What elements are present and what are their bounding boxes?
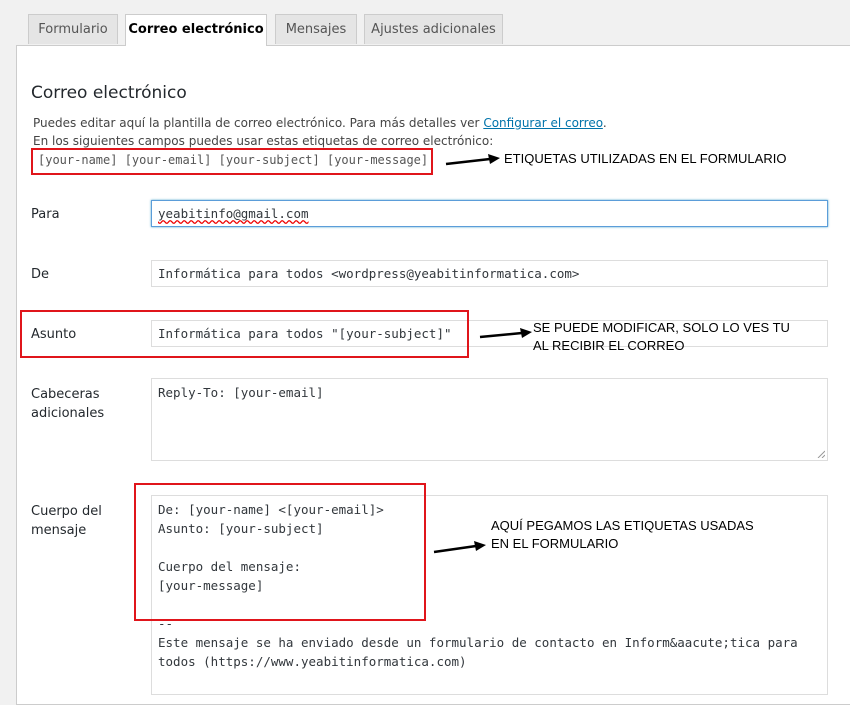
de-value: Informática para todos <wordpress@yeabit…: [158, 266, 580, 281]
cabeceras-value: Reply-To: [your-email]: [158, 385, 324, 400]
annotation-cuerpo-note: AQUÍ PEGAMOS LAS ETIQUETAS USADAS EN EL F…: [491, 518, 754, 551]
annotation-tags-note: ETIQUETAS UTILIZADAS EN EL FORMULARIO: [504, 151, 787, 166]
description-line-2: En los siguientes campos puedes usar est…: [33, 134, 494, 148]
cuerpo-line: [your-message]: [158, 578, 264, 593]
para-input[interactable]: yeabitinfo@gmail.com: [151, 200, 828, 227]
cuerpo-line: Este mensaje se ha enviado desde un form…: [158, 635, 798, 650]
resize-handle-icon[interactable]: [817, 450, 825, 458]
cabeceras-textarea[interactable]: Reply-To: [your-email]: [151, 378, 828, 461]
mail-tags: [your-name] [your-email] [your-subject] …: [38, 153, 429, 167]
cuerpo-line: [158, 595, 821, 614]
cuerpo-line: todos (https://www.yeabitinformatica.com…: [158, 654, 467, 669]
de-input[interactable]: Informática para todos <wordpress@yeabit…: [151, 260, 828, 287]
cuerpo-line: --: [158, 616, 174, 631]
annotation-asunto-note: SE PUEDE MODIFICAR, SOLO LO VES TU AL REC…: [533, 320, 790, 353]
tab-ajustes-adicionales[interactable]: Ajustes adicionales: [364, 14, 503, 44]
cuerpo-line: Cuerpo del mensaje:: [158, 559, 301, 574]
tab-correo-electronico[interactable]: Correo electrónico: [125, 14, 267, 46]
arrow-right-icon: [479, 328, 532, 339]
configurar-correo-link[interactable]: Configurar el correo: [483, 116, 603, 130]
cabeceras-label: Cabeceras adicionales: [31, 387, 105, 421]
asunto-value: Informática para todos "[your-subject]": [158, 326, 452, 341]
de-label: De: [31, 267, 50, 282]
arrow-right-icon: [433, 541, 486, 554]
para-label: Para: [31, 207, 60, 222]
para-value: yeabitinfo@gmail.com: [158, 206, 309, 221]
arrow-right-icon: [445, 154, 500, 166]
asunto-label: Asunto: [31, 327, 77, 342]
section-title: Correo electrónico: [31, 83, 187, 103]
cuerpo-label: Cuerpo del mensaje: [31, 504, 102, 538]
tab-formulario[interactable]: Formulario: [28, 14, 118, 44]
description-line-1: Puedes editar aquí la plantilla de corre…: [33, 116, 607, 130]
tab-mensajes[interactable]: Mensajes: [275, 14, 357, 44]
